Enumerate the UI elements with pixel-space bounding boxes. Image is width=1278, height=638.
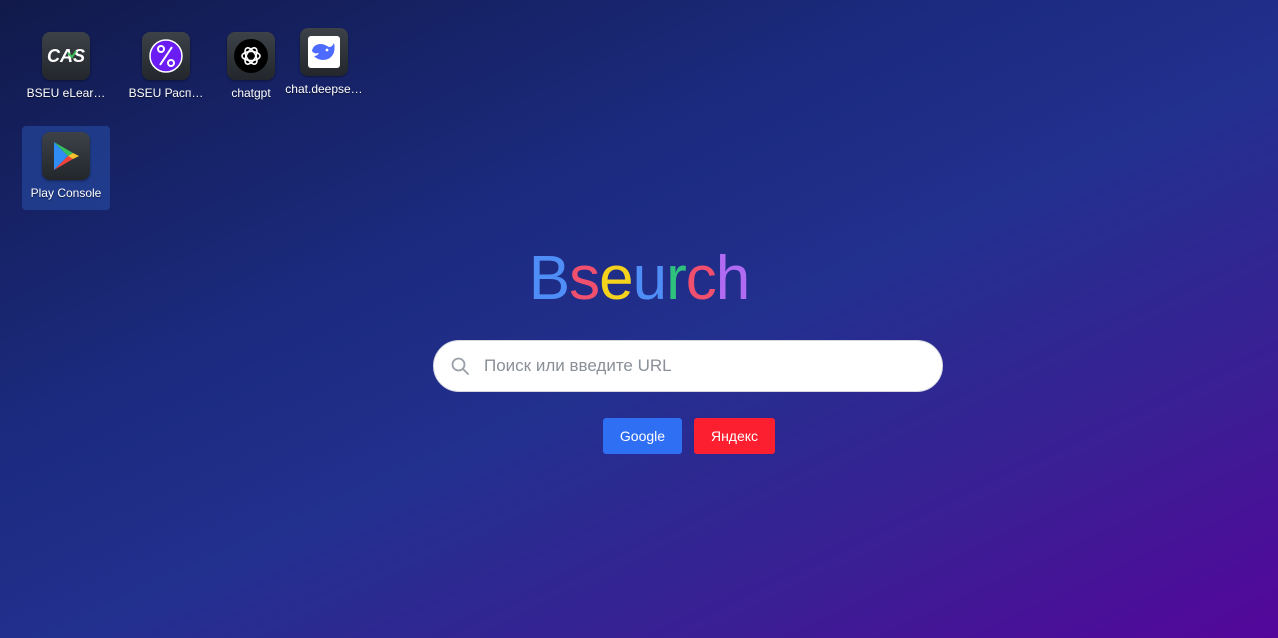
bseurch-logo: Bseurch (0, 244, 1278, 314)
logo-letter: c (685, 244, 717, 313)
search-box[interactable] (433, 340, 943, 392)
shortcut-bseu-elearning[interactable]: CAS BSEU eLear… (22, 26, 110, 110)
shortcut-label: chatgpt (231, 86, 271, 100)
shortcut-deepseek[interactable]: chat.deepse… (280, 22, 368, 106)
shortcut-label: Play Console (30, 186, 102, 200)
openai-logo-icon (227, 32, 275, 80)
shortcut-label: BSEU Расп… (128, 86, 204, 100)
bseu-schedule-icon (142, 32, 190, 80)
logo-letter: r (666, 244, 687, 313)
search-input[interactable] (482, 355, 926, 377)
shortcut-label: BSEU eLear… (26, 86, 106, 100)
shortcut-bseu-schedule[interactable]: BSEU Расп… (122, 26, 210, 110)
logo-letter: h (715, 244, 750, 313)
cas-logo-icon: CAS (42, 32, 90, 80)
logo-letter: e (599, 244, 633, 313)
google-play-icon (42, 132, 90, 180)
google-search-button[interactable]: Google (603, 418, 682, 454)
logo-letter: s (569, 244, 600, 313)
yandex-search-button[interactable]: Яндекс (694, 418, 775, 454)
shortcut-label: chat.deepse… (285, 82, 363, 96)
svg-text:CAS: CAS (47, 46, 85, 66)
shortcut-play-console[interactable]: Play Console (22, 126, 110, 210)
logo-letter: u (632, 244, 667, 313)
search-icon (450, 356, 470, 376)
logo-letter: B (528, 244, 570, 313)
deepseek-whale-icon (300, 28, 348, 76)
